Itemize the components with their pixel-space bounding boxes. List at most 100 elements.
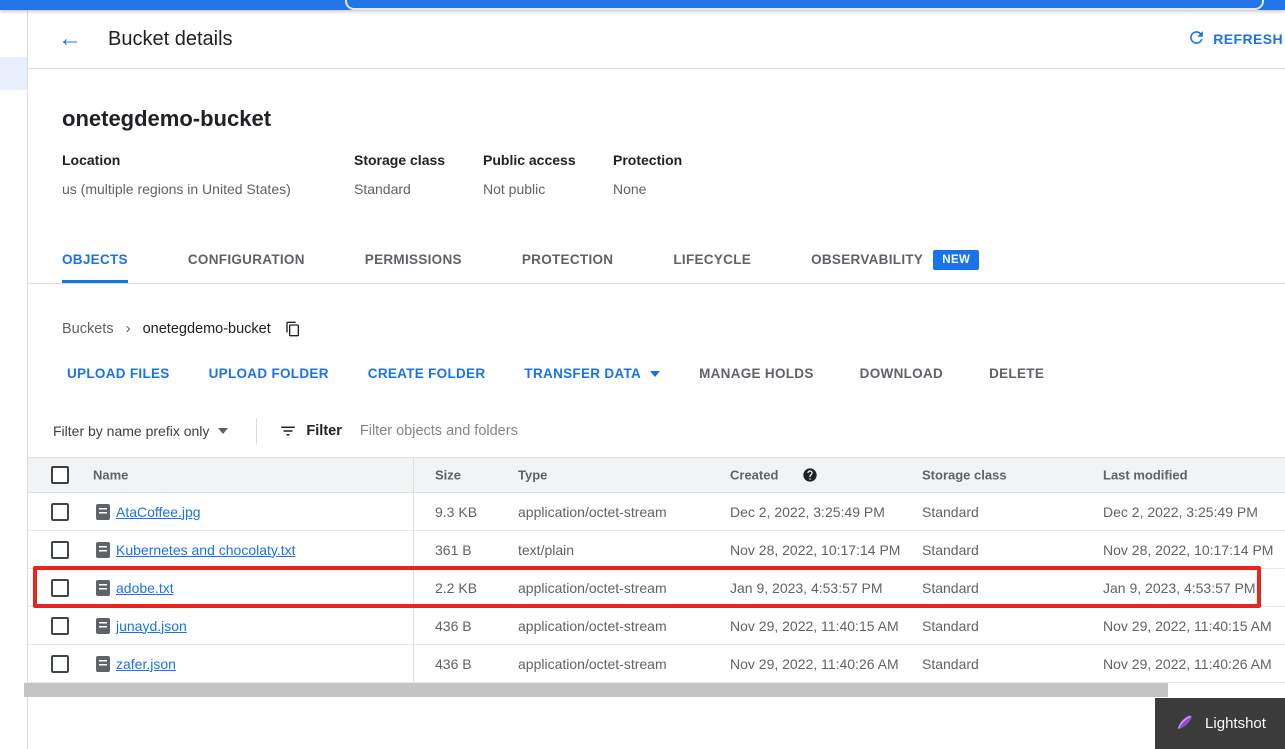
tab-lifecycle[interactable]: LIFECYCLE [673, 236, 751, 283]
lightshot-watermark: Lightshot [1155, 698, 1285, 749]
table-row: AtaCoffee.jpg 9.3 KB application/octet-s… [28, 493, 1285, 531]
cell-type: application/octet-stream [518, 579, 667, 596]
row-checkbox[interactable] [51, 502, 69, 521]
transfer-data-label: TRANSFER DATA [524, 366, 642, 381]
manage-holds-button[interactable]: MANAGE HOLDS [699, 366, 814, 381]
back-button[interactable]: ← [52, 21, 88, 57]
tab-bar: OBJECTS CONFIGURATION PERMISSIONS PROTEC… [28, 236, 1285, 284]
meta-label: Protection [613, 152, 683, 168]
cell-storage-class: Standard [922, 541, 979, 558]
meta-protection: Protection None [613, 152, 682, 197]
table-row: Kubernetes and chocolaty.txt 361 B text/… [28, 531, 1285, 569]
cell-size: 436 B [435, 617, 472, 634]
left-nav-sliver [0, 10, 28, 749]
row-checkbox[interactable] [51, 540, 69, 559]
upload-files-button[interactable]: UPLOAD FILES [67, 366, 170, 381]
file-icon [96, 503, 110, 520]
cell-size: 2.2 KB [435, 579, 478, 596]
chevron-down-icon [650, 370, 661, 377]
file-icon [96, 655, 110, 672]
tab-permissions[interactable]: PERMISSIONS [365, 236, 462, 283]
chevron-right-icon: › [125, 320, 131, 337]
cell-type: application/octet-stream [518, 503, 667, 520]
breadcrumb-buckets-link[interactable]: Buckets [62, 321, 114, 337]
filter-bar: Filter by name prefix only Filter [28, 408, 1285, 453]
tab-configuration[interactable]: CONFIGURATION [188, 236, 305, 283]
object-link[interactable]: zafer.json [116, 656, 176, 672]
table-row-highlighted: adobe.txt 2.2 KB application/octet-strea… [28, 566, 1285, 608]
create-folder-button[interactable]: CREATE FOLDER [368, 366, 486, 381]
cell-size: 361 B [435, 541, 472, 558]
search-box[interactable] [345, 0, 1264, 10]
main-panel: ← Bucket details REFRESH onetegdemo-buck… [28, 10, 1285, 749]
meta-label: Location [62, 152, 121, 168]
feather-icon [1174, 710, 1196, 737]
refresh-label: REFRESH [1213, 31, 1283, 47]
cell-last-modified: Dec 2, 2022, 3:25:49 PM [1103, 503, 1258, 520]
object-link[interactable]: junayd.json [116, 618, 187, 634]
transfer-data-button[interactable]: TRANSFER DATA [524, 366, 661, 381]
cell-storage-class: Standard [922, 617, 979, 634]
divider [256, 417, 258, 444]
cell-type: application/octet-stream [518, 617, 667, 634]
horizontal-scrollbar[interactable] [24, 683, 1168, 697]
tab-label: CONFIGURATION [187, 252, 305, 267]
select-all-checkbox[interactable] [51, 466, 69, 484]
table-row: zafer.json 436 B application/octet-strea… [28, 645, 1285, 683]
help-icon[interactable] [802, 467, 818, 483]
file-icon [96, 617, 110, 634]
tab-label: PERMISSIONS [364, 252, 462, 267]
delete-button[interactable]: DELETE [989, 366, 1044, 381]
refresh-button[interactable]: REFRESH [1187, 28, 1283, 50]
filter-scope-label: Filter by name prefix only [53, 422, 210, 439]
page-header: ← Bucket details REFRESH [28, 10, 1285, 69]
column-header-type: Type [518, 467, 548, 483]
meta-public-access: Public access Not public [483, 152, 576, 197]
meta-storage-class: Storage class Standard [354, 152, 445, 197]
column-divider [413, 531, 414, 568]
tab-observability[interactable]: OBSERVABILITY NEW [811, 236, 980, 283]
tab-label: OBJECTS [62, 252, 128, 267]
row-checkbox[interactable] [51, 578, 69, 597]
column-header-name: Name [93, 467, 129, 483]
tab-label: PROTECTION [521, 252, 614, 267]
object-link[interactable]: Kubernetes and chocolaty.txt [116, 542, 296, 558]
meta-location: Location us (multiple regions in United … [62, 152, 291, 197]
cell-last-modified: Nov 28, 2022, 10:17:14 PM [1103, 541, 1274, 558]
row-checkbox[interactable] [51, 616, 69, 635]
download-button[interactable]: DOWNLOAD [860, 366, 943, 381]
top-app-bar [0, 0, 1285, 10]
cell-created: Nov 28, 2022, 10:17:14 PM [730, 541, 901, 558]
column-header-storage-class: Storage class [922, 467, 1007, 483]
column-divider [413, 607, 414, 644]
left-nav-selected-item[interactable] [0, 57, 27, 90]
column-divider [413, 569, 414, 606]
breadcrumb-current: onetegdemo-bucket [142, 320, 271, 337]
column-header-last-modified: Last modified [1103, 467, 1188, 483]
object-link[interactable]: AtaCoffee.jpg [116, 504, 201, 520]
meta-value: us (multiple regions in United States) [62, 181, 291, 197]
cell-last-modified: Nov 29, 2022, 11:40:26 AM [1103, 655, 1272, 672]
column-divider [413, 458, 414, 492]
tab-objects[interactable]: OBJECTS [62, 236, 128, 283]
cell-created: Dec 2, 2022, 3:25:49 PM [730, 503, 885, 520]
meta-label: Public access [483, 152, 576, 168]
cell-created: Nov 29, 2022, 11:40:15 AM [730, 617, 899, 634]
filter-input[interactable] [357, 421, 922, 440]
row-checkbox[interactable] [51, 654, 69, 673]
copy-icon[interactable] [285, 321, 301, 337]
file-icon [96, 579, 110, 596]
upload-folder-button[interactable]: UPLOAD FOLDER [209, 366, 329, 381]
meta-value: None [613, 181, 647, 197]
cell-size: 436 B [435, 655, 472, 672]
new-badge: NEW [933, 249, 980, 270]
cell-storage-class: Standard [922, 655, 979, 672]
filter-label: Filter [306, 422, 342, 439]
object-actions-toolbar: UPLOAD FILES UPLOAD FOLDER CREATE FOLDER… [67, 366, 1090, 381]
table-row: junayd.json 436 B application/octet-stre… [28, 607, 1285, 645]
filter-scope-dropdown[interactable]: Filter by name prefix only [53, 422, 229, 439]
meta-value: Not public [483, 181, 546, 197]
cell-storage-class: Standard [922, 579, 979, 596]
object-link[interactable]: adobe.txt [116, 580, 174, 596]
tab-protection[interactable]: PROTECTION [522, 236, 614, 283]
